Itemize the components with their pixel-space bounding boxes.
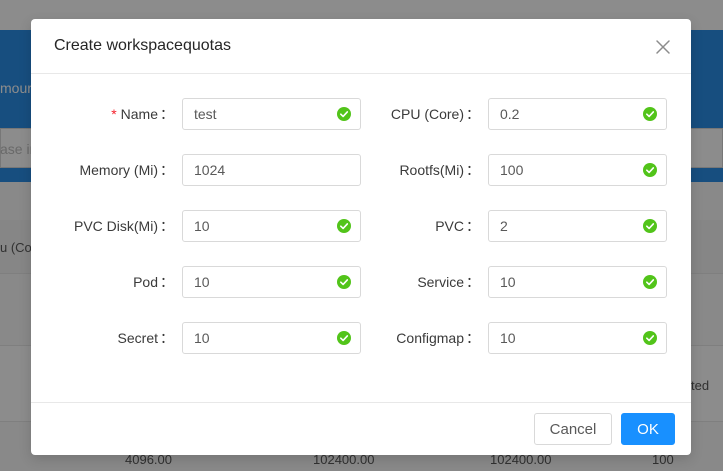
create-workspacequotas-modal: Create workspacequotas *Name：CPU (Core)：… <box>31 19 691 455</box>
cancel-button[interactable]: Cancel <box>534 413 612 445</box>
field-label-text: Configmap <box>396 330 464 346</box>
form-item-service: Service： <box>31 266 691 298</box>
field-label-rootfs-mi: Rootfs(Mi)： <box>320 154 480 186</box>
cpu-core-input[interactable] <box>489 99 666 129</box>
field-label-cpu-core: CPU (Core)： <box>320 98 480 130</box>
form-item-pvc: PVC： <box>31 210 691 242</box>
pvc-input[interactable] <box>489 211 666 241</box>
field-label-text: CPU (Core) <box>390 106 464 122</box>
modal-header: Create workspacequotas <box>31 19 691 74</box>
form-item-cpu-core: CPU (Core)： <box>31 98 691 130</box>
check-circle-icon <box>643 331 657 345</box>
field-label-colon: ： <box>466 106 480 122</box>
rootfs-mi-input[interactable] <box>489 155 666 185</box>
modal-title: Create workspacequotas <box>54 37 231 54</box>
field-wrapper-pvc <box>488 210 667 242</box>
close-icon <box>656 40 670 54</box>
form-item-rootfs-mi: Rootfs(Mi)： <box>31 154 691 186</box>
field-wrapper-service <box>488 266 667 298</box>
field-label-service: Service： <box>320 266 480 298</box>
field-label-colon: ： <box>466 274 480 290</box>
field-label-text: Service <box>417 274 464 290</box>
check-circle-icon <box>643 163 657 177</box>
modal-footer: Cancel OK <box>31 402 691 455</box>
service-input[interactable] <box>489 267 666 297</box>
field-label-colon: ： <box>466 162 480 178</box>
field-label-pvc: PVC： <box>320 210 480 242</box>
check-circle-icon <box>643 107 657 121</box>
form-item-configmap: Configmap： <box>31 322 691 354</box>
field-wrapper-cpu-core <box>488 98 667 130</box>
ok-button[interactable]: OK <box>621 413 675 445</box>
field-label-text: PVC <box>435 218 464 234</box>
close-button[interactable] <box>652 36 674 58</box>
field-label-configmap: Configmap： <box>320 322 480 354</box>
check-circle-icon <box>643 275 657 289</box>
check-circle-icon <box>643 219 657 233</box>
configmap-input[interactable] <box>489 323 666 353</box>
field-wrapper-configmap <box>488 322 667 354</box>
field-label-text: Rootfs(Mi) <box>399 162 464 178</box>
field-wrapper-rootfs-mi <box>488 154 667 186</box>
field-label-colon: ： <box>466 218 480 234</box>
field-label-colon: ： <box>466 330 480 346</box>
